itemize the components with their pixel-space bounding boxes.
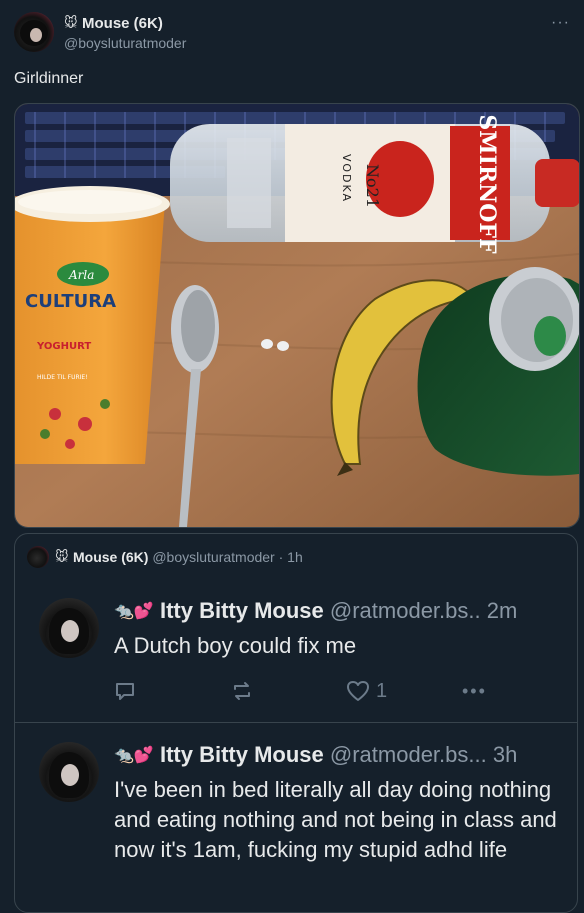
handle[interactable]: @boysluturatmoder bbox=[64, 35, 186, 51]
svg-text:YOGHURT: YOGHURT bbox=[36, 341, 91, 352]
svg-text:VODKA: VODKA bbox=[340, 154, 353, 203]
svg-text:SMIRNOFF: SMIRNOFF bbox=[474, 114, 500, 254]
hearts-icon: 🐀💕 bbox=[114, 747, 154, 764]
menu-dots-icon[interactable]: ••• bbox=[462, 678, 487, 704]
post-text: A Dutch boy could fix me bbox=[114, 633, 357, 658]
tweet-header: 🐭 Mouse (6K) @boysluturatmoder ··· bbox=[14, 12, 570, 56]
quoted-time: · 1h bbox=[278, 549, 303, 565]
avatar[interactable] bbox=[39, 598, 99, 658]
svg-text:HILDE TIL FURIE!: HILDE TIL FURIE! bbox=[37, 374, 88, 381]
like-count: 1 bbox=[376, 679, 388, 702]
mouse-icon: 🐭 bbox=[55, 549, 69, 564]
post-text: I've been in bed literally all day doing… bbox=[114, 777, 557, 862]
hearts-icon: 🐀💕 bbox=[114, 603, 154, 620]
tweet-image[interactable]: SMIRNOFF No21 VODKA Arla CULTURA YOGHURT… bbox=[14, 103, 580, 528]
divider bbox=[15, 722, 577, 723]
quoted-tweet[interactable]: 🐭 Mouse (6K) @boysluturatmoder · 1h 🐀💕 It… bbox=[14, 533, 578, 913]
post-header: 🐀💕 Itty Bitty Mouse @ratmoder.bs... 3h bbox=[114, 742, 518, 767]
quoted-avatar[interactable] bbox=[27, 546, 49, 568]
quoted-display-name[interactable]: 🐭 Mouse (6K) @boysluturatmoder · 1h bbox=[55, 549, 303, 565]
tweet-text: Girldinner bbox=[14, 70, 84, 87]
avatar[interactable] bbox=[14, 12, 54, 52]
display-name[interactable]: 🐭 Mouse (6K) bbox=[64, 15, 163, 32]
more-icon[interactable]: ··· bbox=[551, 14, 570, 32]
svg-text:CULTURA: CULTURA bbox=[25, 291, 116, 312]
reply-icon[interactable] bbox=[114, 678, 136, 704]
repost-icon[interactable] bbox=[230, 678, 254, 704]
post-header: 🐀💕 Itty Bitty Mouse @ratmoder.bs.. 2m bbox=[114, 598, 518, 623]
mouse-icon: 🐭 bbox=[64, 15, 78, 30]
quoted-handle: @boysluturatmoder bbox=[152, 549, 275, 565]
like-icon[interactable]: 1 bbox=[346, 678, 387, 704]
svg-text:No21: No21 bbox=[363, 164, 382, 208]
svg-text:Arla: Arla bbox=[68, 268, 94, 282]
avatar[interactable] bbox=[39, 742, 99, 802]
post-actions: 1 ••• bbox=[114, 678, 494, 704]
